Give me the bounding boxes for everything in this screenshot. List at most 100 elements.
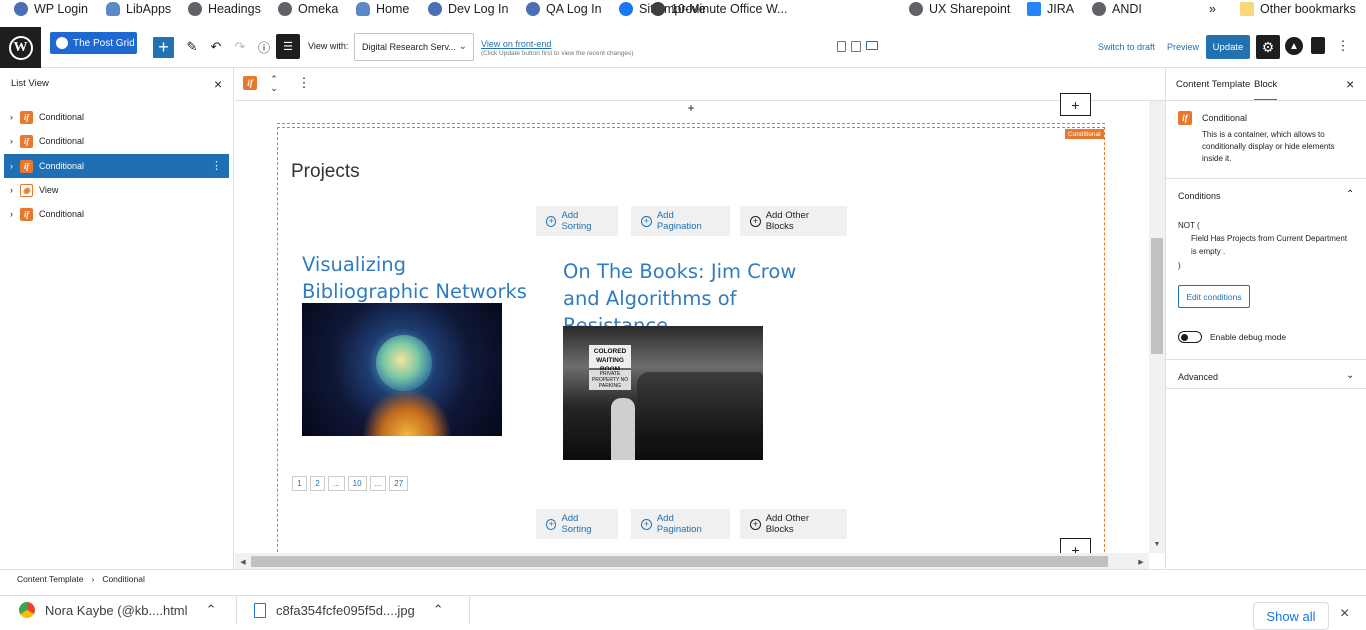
- undo-icon[interactable]: ↶: [208, 38, 224, 56]
- plus-circle-icon: +: [750, 215, 761, 227]
- scroll-right-arrow-icon[interactable]: ▶: [1136, 556, 1146, 567]
- info-icon[interactable]: ⓘ: [256, 38, 272, 56]
- bookmark-wp-login[interactable]: WP Login: [14, 0, 88, 17]
- conditions-panel-title[interactable]: Conditions: [1178, 191, 1221, 201]
- debug-mode-label: Enable debug mode: [1210, 332, 1287, 342]
- show-all-button[interactable]: Show all: [1253, 602, 1329, 630]
- list-item[interactable]: › if Conditional: [4, 129, 229, 153]
- more-options-icon[interactable]: ⋮: [298, 75, 311, 91]
- add-block-button[interactable]: +: [1060, 93, 1091, 116]
- toolset-icon[interactable]: [1311, 37, 1325, 54]
- section-title[interactable]: Projects: [291, 161, 360, 183]
- close-icon[interactable]: ×: [1340, 605, 1349, 623]
- chevron-right-icon[interactable]: ›: [10, 112, 20, 122]
- close-icon[interactable]: ×: [1346, 76, 1354, 92]
- block-toolbar: if ⌃ ⌄ ⋮: [235, 68, 1165, 101]
- horizontal-scrollbar-thumb[interactable]: [251, 556, 1108, 567]
- wordpress-icon: [14, 1, 28, 16]
- more-options-icon[interactable]: ⋮: [211, 159, 222, 172]
- bookmark-ux-sharepoint[interactable]: UX Sharepoint: [909, 0, 1010, 17]
- vertical-scrollbar-thumb[interactable]: [1151, 238, 1163, 354]
- preview-button[interactable]: Preview: [1167, 42, 1199, 52]
- add-other-blocks-button[interactable]: + Add Other Blocks: [740, 509, 847, 539]
- download-item[interactable]: Nora Kaybe (@kb....html ⌃: [19, 602, 216, 618]
- chevron-up-icon[interactable]: ⌃: [1346, 189, 1354, 200]
- add-sorting-button[interactable]: + Add Sorting: [536, 206, 618, 236]
- astra-icon[interactable]: ▲: [1285, 37, 1303, 55]
- chevron-down-icon[interactable]: ⌄: [1346, 370, 1354, 381]
- bookmarks-overflow-button[interactable]: »: [1209, 0, 1216, 17]
- debug-mode-toggle[interactable]: [1178, 331, 1202, 343]
- scroll-left-arrow-icon[interactable]: ◀: [238, 556, 248, 567]
- view-with-select[interactable]: Digital Research Serv... ⌄: [354, 33, 474, 61]
- globe-network-graphic: [376, 335, 432, 391]
- tab-content-template[interactable]: Content Template: [1176, 79, 1250, 90]
- bookmark-libapps[interactable]: LibApps: [106, 0, 171, 17]
- more-options-icon[interactable]: ⋮: [1337, 37, 1350, 55]
- settings-gear-icon[interactable]: ⚙: [1256, 35, 1280, 59]
- chevron-right-icon[interactable]: ›: [10, 161, 20, 171]
- chevron-right-icon[interactable]: ›: [10, 185, 20, 195]
- list-item[interactable]: › if Conditional: [4, 105, 229, 129]
- edit-tool-icon[interactable]: ✎: [184, 38, 200, 56]
- page-link[interactable]: 10: [347, 476, 367, 491]
- sign-private-property: PRIVATE PROPERTY NO PARKING: [589, 370, 631, 390]
- conditional-block-icon: if: [20, 110, 33, 124]
- list-item[interactable]: › ◉ View: [4, 178, 229, 202]
- mobile-preview-icon[interactable]: [837, 41, 846, 52]
- bookmark-dev-log-in[interactable]: Dev Log In: [428, 0, 508, 17]
- view-on-front-end-link[interactable]: View on front-end: [481, 39, 551, 49]
- list-item[interactable]: › if Conditional: [4, 202, 229, 226]
- condition-not: NOT (: [1178, 221, 1200, 230]
- post-title-link[interactable]: Visualizing Bibliographic Networks: [302, 251, 532, 305]
- list-view-toggle-icon[interactable]: ☰: [276, 34, 300, 59]
- sign-colored-waiting-room: COLORED WAITING ROOM: [589, 345, 631, 373]
- chevron-up-icon[interactable]: ⌃: [206, 602, 217, 618]
- bookmark-jira[interactable]: JIRA: [1027, 0, 1074, 17]
- bookmark-headings[interactable]: Headings: [188, 0, 261, 17]
- editor-canvas: if ⌃ ⌄ ⋮ + + Conditional Projects + Add So…: [235, 68, 1165, 569]
- close-icon[interactable]: ×: [214, 76, 222, 92]
- redo-icon[interactable]: ↷: [232, 38, 248, 56]
- wordpress-logo-button[interactable]: W: [0, 27, 41, 68]
- post-featured-image[interactable]: COLORED WAITING ROOM PRIVATE PROPERTY NO…: [563, 326, 763, 460]
- breadcrumb-root[interactable]: Content Template: [17, 574, 83, 584]
- tab-block[interactable]: Block: [1254, 79, 1278, 101]
- conditional-block-icon[interactable]: if: [243, 76, 257, 90]
- bookmark-home[interactable]: Home: [356, 0, 409, 17]
- divider: [469, 596, 470, 624]
- add-pagination-button[interactable]: + Add Pagination: [631, 206, 730, 236]
- bookmark-omeka[interactable]: Omeka: [278, 0, 338, 17]
- bookmark-andi[interactable]: ANDI: [1092, 0, 1142, 17]
- add-sorting-button[interactable]: + Add Sorting: [536, 509, 618, 539]
- chevron-right-icon[interactable]: ›: [10, 209, 20, 219]
- breadcrumb-current[interactable]: Conditional: [102, 574, 145, 584]
- post-grid-button[interactable]: The Post Grid: [50, 32, 137, 54]
- desktop-preview-icon[interactable]: [866, 41, 878, 50]
- post-featured-image[interactable]: [302, 303, 502, 436]
- page-link[interactable]: 27: [389, 476, 409, 491]
- move-up-down-icon[interactable]: ⌃ ⌄: [267, 73, 281, 95]
- update-button[interactable]: Update: [1206, 35, 1250, 59]
- scroll-down-arrow-icon[interactable]: ▼: [1151, 538, 1163, 550]
- add-other-blocks-button[interactable]: + Add Other Blocks: [740, 206, 847, 236]
- tablet-preview-icon[interactable]: [851, 41, 861, 52]
- list-view-panel: List View × › if Conditional › if Conditiona…: [0, 68, 234, 569]
- chevron-up-icon[interactable]: ⌃: [433, 602, 444, 618]
- bookmark-qa-log-in[interactable]: QA Log In: [526, 0, 602, 17]
- bookmark-10-minute-office[interactable]: 10-Minute Office W...: [651, 0, 787, 17]
- edit-conditions-button[interactable]: Edit conditions: [1178, 285, 1250, 308]
- page-ellipsis: ...: [369, 476, 387, 491]
- page-link[interactable]: 2: [310, 476, 325, 491]
- advanced-panel-title[interactable]: Advanced: [1178, 372, 1218, 382]
- switch-to-draft-button[interactable]: Switch to draft: [1098, 42, 1155, 52]
- download-item[interactable]: c8fa354fcfe095f5d....jpg ⌃: [254, 602, 444, 618]
- list-item[interactable]: › if Conditional ⋮: [4, 154, 229, 178]
- other-bookmarks[interactable]: Other bookmarks: [1240, 0, 1356, 17]
- add-pagination-button[interactable]: + Add Pagination: [631, 509, 730, 539]
- conditional-badge: Conditional: [1065, 129, 1104, 139]
- block-inserter-button[interactable]: +: [153, 37, 174, 58]
- chevron-right-icon[interactable]: ›: [10, 136, 20, 146]
- add-block-icon[interactable]: +: [685, 101, 697, 115]
- page-link[interactable]: 1: [292, 476, 307, 491]
